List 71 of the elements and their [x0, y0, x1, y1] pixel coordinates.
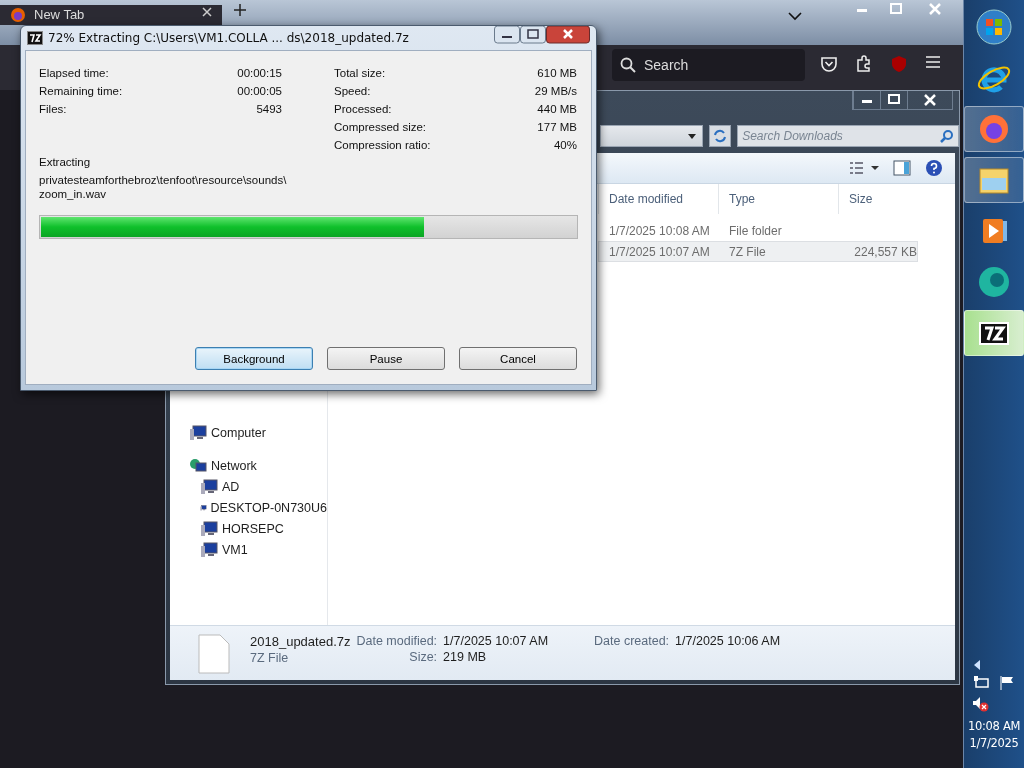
- app-icon: [27, 30, 43, 45]
- stat-value: 5493: [255, 102, 282, 116]
- flag-icon[interactable]: [999, 676, 1015, 690]
- maximize-icon[interactable]: [520, 26, 546, 44]
- stat-label: Compression ratio:: [334, 138, 432, 152]
- start-orb-icon: [974, 7, 1014, 47]
- preview-pane-icon[interactable]: [893, 160, 911, 176]
- stat-label: Total size:: [334, 66, 387, 80]
- window-title: 72% Extracting C:\Users\VM1.COLLA ... ds\2018_updated.7z: [48, 30, 409, 45]
- dropdown-arrow-icon: [687, 133, 696, 139]
- network-icon[interactable]: [973, 676, 989, 690]
- speaker-muted-icon[interactable]: [972, 696, 990, 712]
- address-bar[interactable]: [600, 125, 703, 147]
- stat-value: 29 MB/s: [534, 84, 577, 98]
- file-row[interactable]: 1/7/2025 10:07 AM 7Z File 224,557 KB: [598, 241, 918, 262]
- dialog-button[interactable]: Background: [195, 347, 313, 370]
- column-header[interactable]: Date modified: [598, 184, 718, 214]
- stat-label: Files:: [39, 102, 68, 116]
- detail-value: 1/7/2025 10:06 AM: [675, 634, 781, 648]
- dialog-button[interactable]: Pause: [327, 347, 445, 370]
- detail-value: 1/7/2025 10:07 AM: [443, 634, 549, 648]
- stat-value: 440 MB: [536, 102, 577, 116]
- nav-item[interactable]: HORSEPC: [170, 518, 327, 539]
- minimize-icon[interactable]: [494, 26, 520, 44]
- network-icon: [189, 457, 207, 474]
- help-icon[interactable]: [925, 159, 943, 177]
- detail-label: Date modified:: [356, 634, 438, 648]
- nav-item[interactable]: AD: [170, 476, 327, 497]
- browser-tab[interactable]: New Tab: [0, 5, 222, 25]
- close-icon[interactable]: [546, 26, 590, 44]
- stat-label: Compressed size:: [334, 120, 428, 134]
- file-path: privatesteamforthebroz\tenfoot\resource\sounds\ zoom_in.wav: [39, 173, 288, 201]
- firefox-icon: [10, 7, 26, 23]
- nav-item[interactable]: VM1: [170, 539, 327, 560]
- view-options-icon[interactable]: [849, 161, 879, 175]
- search-icon: [620, 57, 636, 73]
- stat-label: Speed:: [334, 84, 372, 98]
- status-label: Extracting: [39, 156, 92, 168]
- nav-item[interactable]: Computer: [170, 422, 327, 443]
- clock[interactable]: 10:08 AM 1/7/2025: [967, 718, 1021, 752]
- nav-item[interactable]: DESKTOP-0N730U6: [170, 497, 327, 518]
- stat-value: 177 MB: [536, 120, 577, 134]
- file-type: 7Z File: [250, 651, 290, 665]
- refresh-button[interactable]: [708, 125, 732, 147]
- taskbar-button[interactable]: [964, 310, 1024, 356]
- search-field[interactable]: Search: [612, 49, 805, 81]
- nav-item[interactable]: Network: [170, 455, 327, 476]
- refresh-icon: [713, 129, 727, 143]
- stat-value: 610 MB: [536, 66, 577, 80]
- puzzle-icon[interactable]: [855, 55, 873, 73]
- column-header[interactable]: Type: [718, 184, 838, 214]
- file-row[interactable]: 1/7/2025 10:08 AM File folder: [598, 220, 918, 241]
- stat-label: Elapsed time:: [39, 66, 110, 80]
- chevron-down-icon[interactable]: [788, 12, 802, 21]
- column-header[interactable]: Size: [838, 184, 918, 214]
- new-tab-icon[interactable]: [234, 4, 246, 16]
- detail-label: Date created:: [594, 634, 670, 648]
- stat-label: Processed:: [334, 102, 393, 116]
- pocket-icon[interactable]: [820, 55, 838, 73]
- detail-label: Size:: [408, 650, 438, 664]
- search-icon: [940, 129, 954, 143]
- detail-value: 219 MB: [443, 650, 488, 664]
- stat-value: 00:00:05: [237, 84, 282, 98]
- show-hidden-icons-icon[interactable]: [974, 660, 980, 670]
- dialog-button[interactable]: Cancel: [459, 347, 577, 370]
- stat-label: Remaining time:: [39, 84, 124, 98]
- file-name: 2018_updated.7z: [250, 634, 351, 649]
- menu-icon[interactable]: [925, 55, 941, 69]
- stat-value: 00:00:15: [237, 66, 282, 80]
- stat-value: 40%: [552, 138, 577, 152]
- file-icon: [198, 634, 230, 674]
